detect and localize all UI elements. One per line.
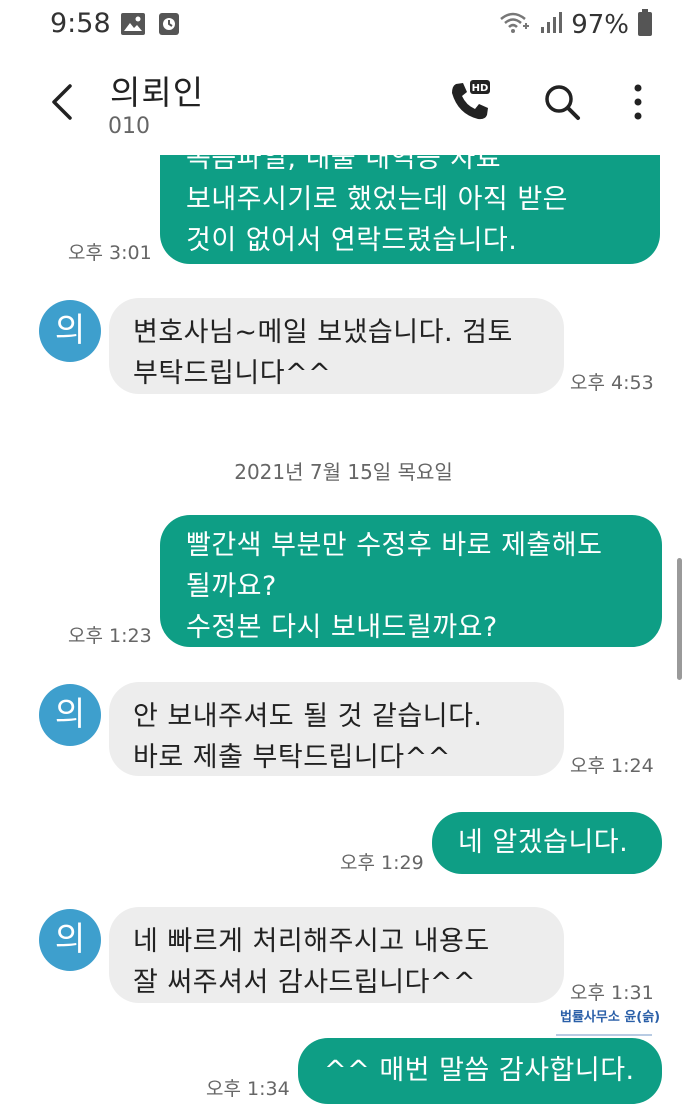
back-button[interactable]: [40, 80, 84, 124]
message-timestamp: 오후 1:29: [340, 852, 424, 874]
battery-icon: [637, 9, 653, 41]
scrollbar-thumb[interactable]: [677, 558, 682, 680]
hd-call-icon: HD: [452, 80, 490, 120]
conversation-header: 의뢰인 010 HD: [0, 50, 687, 155]
battery-percentage: 97%: [571, 10, 629, 40]
svg-text:HD: HD: [472, 83, 489, 94]
message-timestamp: 오후 3:01: [68, 242, 152, 264]
more-vertical-icon: [634, 84, 642, 120]
hd-call-button[interactable]: HD: [448, 78, 494, 124]
message-timestamp: 오후 1:23: [68, 625, 152, 647]
search-button[interactable]: [542, 82, 582, 122]
wifi-calling-icon: [499, 10, 531, 40]
date-separator: 2021년 7월 15일 목요일: [234, 460, 453, 484]
watermark: 법률사무소 윤(슭): [560, 1010, 661, 1025]
contact-avatar[interactable]: 의: [39, 684, 101, 746]
incoming-message-bubble[interactable]: 네 빠르게 처리해주시고 내용도 잘 써주셔서 감사드립니다^^: [109, 907, 564, 1003]
outgoing-message-bubble[interactable]: 네 알겠습니다.: [432, 812, 662, 874]
contact-avatar[interactable]: 의: [39, 909, 101, 971]
outgoing-message-bubble[interactable]: 빨간색 부분만 수정후 바로 제출해도 될까요? 수정본 다시 보내드릴까요?: [160, 515, 662, 647]
outgoing-message-bubble[interactable]: ^^ 매번 말씀 감사합니다.: [298, 1038, 662, 1104]
search-icon: [545, 85, 580, 120]
status-time: 9:58: [50, 8, 111, 39]
app-notification-icon: [158, 12, 180, 40]
message-timestamp: 오후 1:24: [570, 755, 654, 777]
message-timestamp: 오후 1:34: [206, 1078, 290, 1100]
chevron-left-icon: [52, 84, 72, 120]
incoming-message-bubble[interactable]: 안 보내주셔도 될 것 같습니다. 바로 제출 부탁드립니다^^: [109, 682, 564, 776]
contact-avatar[interactable]: 의: [39, 300, 101, 362]
redaction-block: [212, 60, 340, 112]
message-timestamp: 오후 1:31: [570, 982, 654, 1004]
contact-name: 의뢰인: [110, 73, 205, 112]
image-notification-icon: [120, 12, 146, 40]
watermark-divider: [556, 1034, 652, 1036]
redaction-block: [152, 110, 286, 144]
incoming-message-bubble[interactable]: 변호사님~메일 보냈습니다. 검토 부탁드립니다^^: [109, 298, 564, 394]
signal-icon: [539, 11, 563, 39]
contact-number: 010: [108, 114, 150, 139]
status-bar: 9:58 97%: [0, 0, 687, 50]
message-timestamp: 오후 4:53: [570, 372, 654, 394]
more-options-button[interactable]: [626, 82, 650, 122]
